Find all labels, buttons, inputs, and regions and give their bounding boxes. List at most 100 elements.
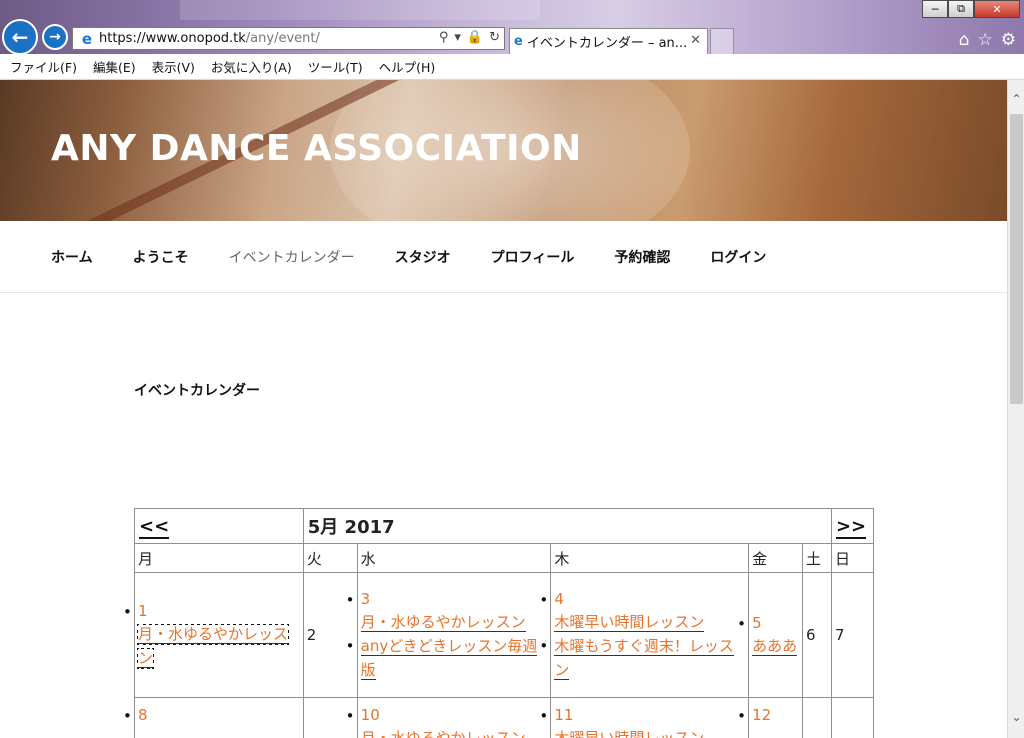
event-link[interactable]: 木曜もうすぐ週末！レッスン <box>554 637 734 680</box>
nav-profile[interactable]: プロフィール <box>491 247 575 267</box>
event-link[interactable]: あああ <box>752 637 798 656</box>
minimize-button[interactable]: ─ <box>922 0 948 18</box>
day-link[interactable]: 5 <box>752 612 799 634</box>
site-title[interactable]: ANY DANCE ASSOCIATION <box>51 128 582 169</box>
day-link[interactable]: 8 <box>138 704 300 726</box>
day-link[interactable]: 12 <box>752 704 799 726</box>
restore-button[interactable]: ⧉ <box>948 0 974 18</box>
month-label: 5月 2017 <box>302 508 832 544</box>
nav-studio[interactable]: スタジオ <box>395 247 451 267</box>
list-item: 10 月・水ゆるやかレッスン <box>346 704 548 738</box>
day-number: 7 <box>834 626 845 644</box>
list-item: 11 木曜早い時間レッスン <box>539 704 745 738</box>
background-tabs <box>180 0 540 20</box>
forward-arrow-icon[interactable]: → <box>42 24 68 50</box>
menu-edit[interactable]: 編集(E) <box>93 57 136 76</box>
vertical-scrollbar[interactable]: ⌃ ⌄ <box>1007 80 1024 738</box>
event-link[interactable]: 木曜早い時間レッスン <box>554 613 705 632</box>
ie-tab-icon: e <box>514 34 523 49</box>
day-cell: 11 木曜早い時間レッスン <box>539 697 750 738</box>
ie-logo-icon: e <box>81 29 93 48</box>
address-bar[interactable]: e https://www.onopod.tk/any/event/ ⚲ ▾ 🔒… <box>72 27 505 50</box>
day-cell: 12 <box>737 697 803 738</box>
day-number: 2 <box>306 626 317 644</box>
day-cell: 8 <box>123 697 304 738</box>
nav-home[interactable]: ホーム <box>51 247 93 267</box>
day-cell <box>830 697 875 738</box>
week-row: 1 月・水ゆるやかレッスン 2 3 月・水ゆるやかレッスン anyどきどきレッス… <box>123 572 875 698</box>
page-viewport: ANY DANCE ASSOCIATION ホーム ようこそ イベントカレンダー… <box>0 80 1007 738</box>
day-link[interactable]: 1 <box>138 600 300 622</box>
day-cell: 5 あああ <box>737 572 803 698</box>
header-banner: ANY DANCE ASSOCIATION <box>0 80 1007 221</box>
nav-reservation[interactable]: 予約確認 <box>614 247 670 267</box>
home-icon[interactable]: ⌂ <box>959 30 970 50</box>
day-link[interactable]: 4 <box>554 588 745 610</box>
tab-active[interactable]: e イベントカレンダー – an... ✕ <box>509 28 708 54</box>
weekday-fri: 金 <box>748 543 803 573</box>
day-link[interactable]: 10 <box>361 704 548 726</box>
favorites-star-icon[interactable]: ☆ <box>978 30 993 50</box>
menu-view[interactable]: 表示(V) <box>152 57 195 76</box>
refresh-icon[interactable]: ↻ <box>489 30 500 45</box>
event-link[interactable]: 月・水ゆるやかレッスン <box>136 624 290 669</box>
week-row: 8 10 月・水ゆるやかレッスン 11 木曜早い時間レッスン 12 <box>123 697 875 738</box>
weekday-sun: 日 <box>830 543 875 573</box>
list-item: 4 木曜早い時間レッスン <box>539 588 745 634</box>
gear-icon[interactable]: ⚙ <box>1001 30 1016 50</box>
prev-month-link[interactable]: << <box>139 515 170 539</box>
url-host: https://www.onopod.tk <box>99 31 246 46</box>
prev-month-cell: << <box>134 508 304 544</box>
event-link[interactable]: 月・水ゆるやかレッスン <box>360 613 526 632</box>
lock-icon[interactable]: 🔒 <box>467 30 483 45</box>
day-cell: 4 木曜早い時間レッスン 木曜もうすぐ週末！レッスン <box>539 572 750 698</box>
close-window-button[interactable]: ✕ <box>974 0 1020 18</box>
event-link[interactable]: 月・水ゆるやかレッスン <box>360 729 526 738</box>
back-arrow-icon[interactable]: ← <box>2 19 38 55</box>
weekday-wed: 水 <box>356 543 552 573</box>
day-cell <box>802 697 832 738</box>
nav-event-calendar[interactable]: イベントカレンダー <box>229 247 355 267</box>
day-link[interactable]: 3 <box>361 588 548 610</box>
list-item: 12 <box>737 704 799 728</box>
weekday-mon: 月 <box>134 543 304 573</box>
day-cell: 3 月・水ゆるやかレッスン anyどきどきレッスン毎週版 <box>346 572 552 698</box>
new-tab-button[interactable] <box>710 28 734 54</box>
close-tab-icon[interactable]: ✕ <box>690 33 701 48</box>
menu-favorites[interactable]: お気に入り(A) <box>211 57 292 76</box>
event-link[interactable]: 木曜早い時間レッスン <box>554 729 705 738</box>
day-cell: 10 月・水ゆるやかレッスン <box>346 697 552 738</box>
browser-titlebar: ← → e https://www.onopod.tk/any/event/ ⚲… <box>0 0 1024 55</box>
weekday-tue: 火 <box>302 543 358 573</box>
menu-help[interactable]: ヘルプ(H) <box>379 57 436 76</box>
list-item: 5 あああ <box>737 612 799 658</box>
weekday-thu: 木 <box>550 543 750 573</box>
event-calendar: << 5月 2017 >> 月 火 水 木 金 土 日 1 月・水ゆるやかレッス… <box>123 508 875 738</box>
day-number: 6 <box>806 626 816 644</box>
list-item: 8 <box>123 704 300 728</box>
menu-file[interactable]: ファイル(F) <box>10 57 77 76</box>
list-item: anyどきどきレッスン毎週版 <box>346 634 548 682</box>
list-item: 木曜もうすぐ週末！レッスン <box>539 634 745 682</box>
tab-title: イベントカレンダー – an... <box>526 36 688 51</box>
scrollbar-thumb[interactable] <box>1010 114 1023 404</box>
day-link[interactable]: 11 <box>554 704 745 726</box>
weekday-sat: 土 <box>802 543 832 573</box>
next-month-cell: >> <box>830 508 875 544</box>
main-navigation: ホーム ようこそ イベントカレンダー スタジオ プロフィール 予約確認 ログイン <box>0 221 1007 293</box>
scroll-down-arrow-icon[interactable]: ⌄ <box>1008 710 1024 724</box>
list-item: 3 月・水ゆるやかレッスン <box>346 588 548 634</box>
menu-tools[interactable]: ツール(T) <box>308 57 363 76</box>
nav-welcome[interactable]: ようこそ <box>133 247 189 267</box>
menu-bar: ファイル(F) 編集(E) 表示(V) お気に入り(A) ツール(T) ヘルプ(… <box>0 54 1024 80</box>
day-cell: 6 <box>802 572 832 698</box>
nav-login[interactable]: ログイン <box>710 247 766 267</box>
list-item: 1 月・水ゆるやかレッスン <box>123 600 300 670</box>
search-icon[interactable]: ⚲ <box>439 30 449 45</box>
scroll-up-arrow-icon[interactable]: ⌃ <box>1008 92 1024 106</box>
next-month-link[interactable]: >> <box>835 515 867 539</box>
page-title: イベントカレンダー <box>134 383 260 399</box>
event-link[interactable]: anyどきどきレッスン毎週版 <box>360 637 538 680</box>
day-cell: 1 月・水ゆるやかレッスン <box>123 572 304 698</box>
dropdown-icon[interactable]: ▾ <box>454 30 461 45</box>
